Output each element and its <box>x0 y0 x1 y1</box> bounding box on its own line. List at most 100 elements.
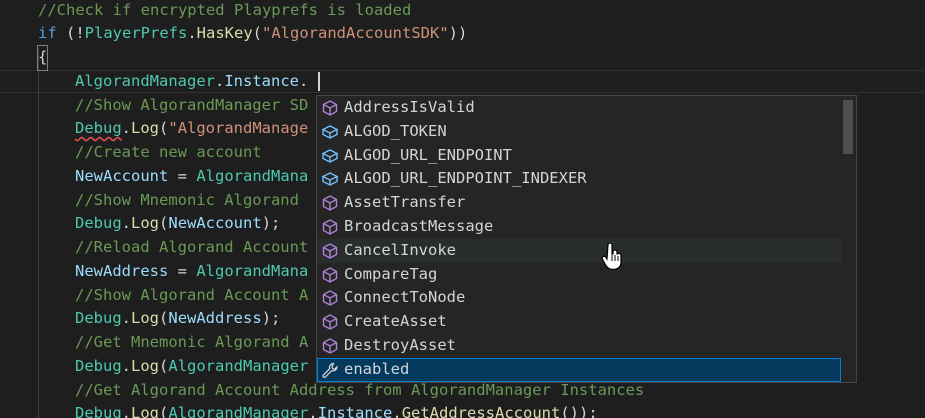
code-token: Debug <box>75 214 122 232</box>
method-cube-icon <box>321 194 339 212</box>
code-token: . <box>298 72 309 90</box>
code-line[interactable]: if (!PlayerPrefs.HasKey("AlgorandAccount… <box>38 22 467 46</box>
code-token: PlayerPrefs <box>84 24 188 42</box>
code-line[interactable]: AlgorandManager.Instance. <box>75 70 308 94</box>
text-cursor <box>318 72 320 91</box>
suggestion-item[interactable]: CancelInvoke <box>317 238 841 263</box>
code-line[interactable]: //Create new account <box>75 141 262 165</box>
suggestion-scrollbar-thumb[interactable] <box>843 100 853 154</box>
code-token: "AlgorandAccountSDK" <box>262 24 449 42</box>
suggestion-label: ALGOD_TOKEN <box>344 121 447 140</box>
code-token: AlgorandMana <box>196 167 309 185</box>
code-line[interactable]: Debug.Log(AlgorandManager.Instance.GetAd… <box>75 402 598 418</box>
code-token: { <box>36 45 49 71</box>
code-line[interactable]: //Reload Algorand Account <box>75 236 308 260</box>
code-token: AlgorandManager <box>168 404 309 418</box>
code-token: NewAddress <box>168 309 262 327</box>
suggestion-item[interactable]: ConnectToNode <box>317 286 841 310</box>
suggestion-label: DestroyAsset <box>344 336 456 354</box>
code-line[interactable]: //Get Mnemonic Algorand A <box>75 331 308 355</box>
method-cube-icon <box>321 337 339 355</box>
code-token: //Show Mnemonic Algorand <box>75 191 299 209</box>
code-editor[interactable]: //Check if encrypted Playprefs is loaded… <box>0 0 925 418</box>
code-token: ( <box>159 309 169 327</box>
code-token: NewAccount <box>168 214 262 232</box>
suggestion-label: ALGOD_URL_ENDPOINT_INDEXER <box>344 169 587 188</box>
field-icon <box>321 147 339 165</box>
code-token: . <box>308 404 318 418</box>
wrench-property-icon <box>321 361 339 379</box>
code-token: Instance <box>317 404 393 418</box>
suggestion-label: AssetTransfer <box>344 193 466 212</box>
suggestion-item[interactable]: BroadcastMessage <box>317 215 841 239</box>
suggestion-label: CreateAsset <box>344 312 447 331</box>
code-token: ( <box>159 404 169 418</box>
code-token: //Show Algorand Account A <box>75 286 309 304</box>
method-cube-icon <box>321 289 339 307</box>
suggestion-item[interactable]: AddressIsValid <box>317 96 841 120</box>
code-line[interactable]: Debug.Log(NewAccount); <box>75 212 280 236</box>
code-token: = <box>168 167 197 185</box>
code-token: NewAddress <box>75 262 169 280</box>
code-token: //Check if encrypted Playprefs is loaded <box>38 1 412 19</box>
code-token: . <box>121 214 132 232</box>
code-token: . <box>121 309 132 327</box>
suggestion-item[interactable]: ALGOD_URL_ENDPOINT_INDEXER <box>317 167 841 191</box>
suggestion-item[interactable]: CreateAsset <box>317 310 841 334</box>
code-line[interactable]: NewAddress = AlgorandMana <box>75 260 308 284</box>
code-token: AlgorandManager <box>75 72 215 90</box>
code-token: )) <box>448 24 468 42</box>
code-token: . <box>121 357 132 375</box>
code-token: Log <box>131 357 160 375</box>
code-token: Log <box>131 309 160 327</box>
code-line[interactable]: //Show Mnemonic Algorand <box>75 189 299 213</box>
code-token: "AlgorandManage <box>168 119 309 137</box>
suggestion-label: enabled <box>344 359 410 378</box>
code-token: . <box>121 404 132 418</box>
method-cube-icon <box>321 99 339 117</box>
suggestion-label: ALGOD_URL_ENDPOINT <box>344 145 512 164</box>
suggestion-item[interactable]: ALGOD_URL_ENDPOINT <box>317 144 841 168</box>
code-line[interactable]: NewAccount = AlgorandMana <box>75 165 308 189</box>
code-line[interactable]: //Show Algorand Account A <box>75 284 308 308</box>
code-token: //Create new account <box>75 143 262 161</box>
code-token: ); <box>261 309 281 327</box>
code-token: NewAccount <box>75 167 169 185</box>
code-line[interactable]: Debug.Log("AlgorandManage <box>75 117 308 141</box>
code-token: HasKey <box>196 24 253 42</box>
code-line[interactable]: //Check if encrypted Playprefs is loaded <box>38 0 411 23</box>
suggestion-label: ConnectToNode <box>344 288 466 307</box>
suggestion-label: CompareTag <box>344 264 438 283</box>
method-cube-icon <box>321 266 339 284</box>
code-token: Debug <box>75 309 122 327</box>
suggestion-label: BroadcastMessage <box>344 217 494 235</box>
code-token: Log <box>131 214 160 232</box>
method-cube-icon <box>321 313 339 331</box>
code-token: ( <box>159 357 169 375</box>
suggestion-item[interactable]: AssetTransfer <box>317 191 841 215</box>
suggestion-item[interactable]: enabled <box>317 357 841 382</box>
code-token: = <box>168 262 197 280</box>
code-line[interactable]: //Show AlgorandManager SD <box>75 94 308 118</box>
code-token: ( <box>159 214 169 232</box>
code-line[interactable]: Debug.Log(NewAddress); <box>75 307 280 331</box>
code-token: //Show AlgorandManager SD <box>75 96 309 114</box>
suggestion-widget[interactable]: AddressIsValid ALGOD_TOKEN ALGOD_URL_ENDPO… <box>316 95 857 383</box>
method-cube-icon <box>321 218 339 236</box>
indent-guide <box>38 48 39 418</box>
code-token: ( <box>252 24 263 42</box>
field-icon <box>321 123 339 141</box>
code-line[interactable]: Debug.Log(AlgorandManager <box>75 355 308 379</box>
code-token: GetAddressAccount <box>401 404 561 418</box>
suggestion-item[interactable]: CompareTag <box>317 263 841 287</box>
suggestion-item[interactable]: DestroyAsset <box>317 334 841 358</box>
code-token: Debug <box>75 119 122 137</box>
code-token: AlgorandManager <box>168 357 309 375</box>
code-token: . <box>392 404 402 418</box>
code-token: . <box>121 119 132 137</box>
code-token: AlgorandMana <box>196 262 309 280</box>
code-token: //Get Mnemonic Algorand A <box>75 333 309 351</box>
code-token: Instance <box>224 72 299 90</box>
code-line[interactable]: { <box>36 45 49 71</box>
suggestion-item[interactable]: ALGOD_TOKEN <box>317 120 841 144</box>
